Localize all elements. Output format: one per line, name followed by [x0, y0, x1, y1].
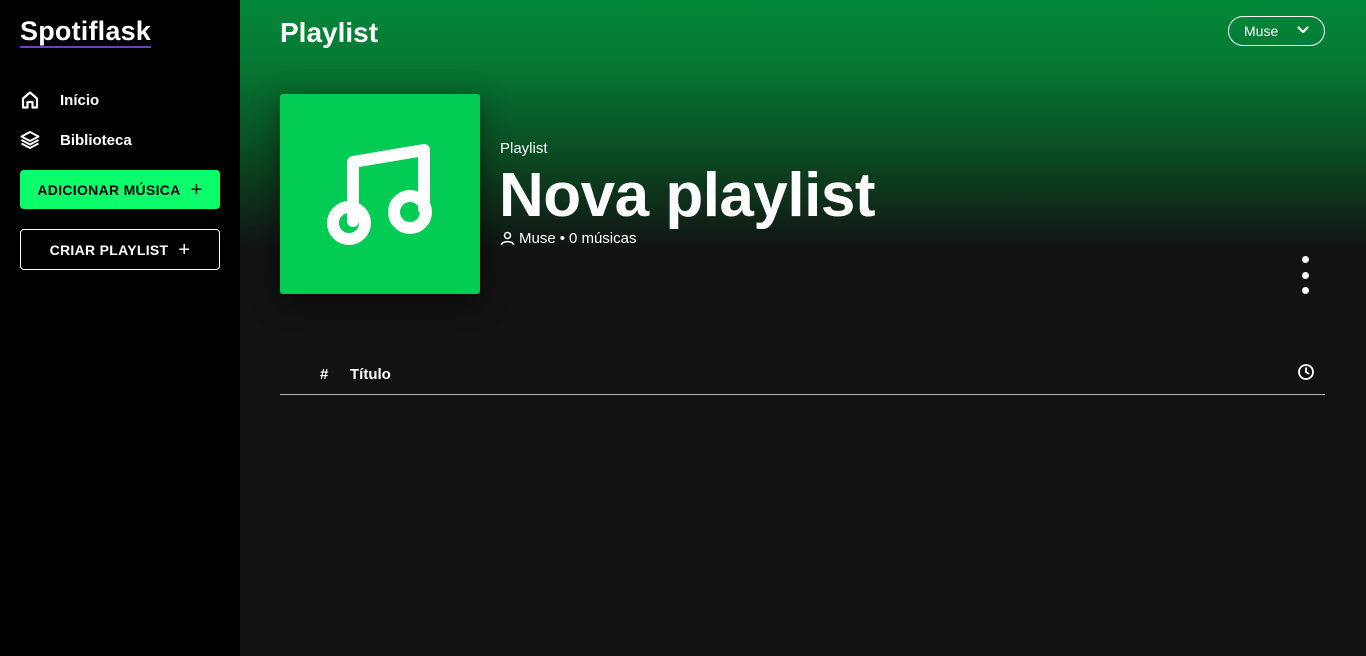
- tracks-table-header: # Título: [280, 360, 1325, 395]
- music-note-icon: [327, 144, 432, 245]
- home-icon: [20, 90, 40, 110]
- clock-icon: [1297, 363, 1315, 386]
- add-music-button[interactable]: ADICIONAR MÚSICA +: [20, 170, 220, 209]
- meta-separator: •: [559, 230, 565, 247]
- sidebar-item-label: Biblioteca: [60, 131, 132, 149]
- plus-icon: +: [190, 178, 203, 201]
- chevron-down-icon: [1296, 23, 1310, 40]
- playlist-name: Nova playlist: [499, 161, 875, 230]
- playlist-meta: Muse • 0 músicas: [500, 230, 636, 247]
- user-menu-dropdown[interactable]: Muse: [1228, 16, 1325, 46]
- page-title: Playlist: [280, 17, 379, 48]
- person-icon: [500, 231, 515, 246]
- playlist-owner[interactable]: Muse: [519, 230, 556, 247]
- create-playlist-label: CRIAR PLAYLIST: [49, 241, 169, 258]
- dot-icon: [1301, 256, 1309, 263]
- dot-icon: [1301, 271, 1309, 279]
- layers-icon: [20, 130, 40, 150]
- sidebar-item-biblioteca[interactable]: Biblioteca: [20, 128, 132, 152]
- playlist-type-label: Playlist: [500, 140, 548, 157]
- add-music-label: ADICIONAR MÚSICA: [37, 181, 181, 198]
- app-logo[interactable]: Spotiflask: [20, 16, 152, 48]
- more-options-button[interactable]: [1296, 256, 1314, 294]
- user-name: Muse: [1244, 23, 1279, 39]
- sidebar: Spotiflask Início Biblioteca ADICIONAR M…: [0, 0, 240, 656]
- column-title: Título: [350, 366, 391, 383]
- sidebar-item-inicio[interactable]: Início: [20, 88, 99, 112]
- create-playlist-button[interactable]: CRIAR PLAYLIST +: [20, 229, 220, 270]
- playlist-song-count: 0 músicas: [568, 230, 637, 247]
- main-content: Playlist Muse Playlist Nova playlist Mus…: [240, 0, 1366, 656]
- dot-icon: [1301, 287, 1309, 294]
- column-number: #: [320, 366, 329, 383]
- playlist-cover: [280, 94, 480, 294]
- plus-icon: +: [178, 238, 191, 261]
- sidebar-item-label: Início: [60, 91, 100, 109]
